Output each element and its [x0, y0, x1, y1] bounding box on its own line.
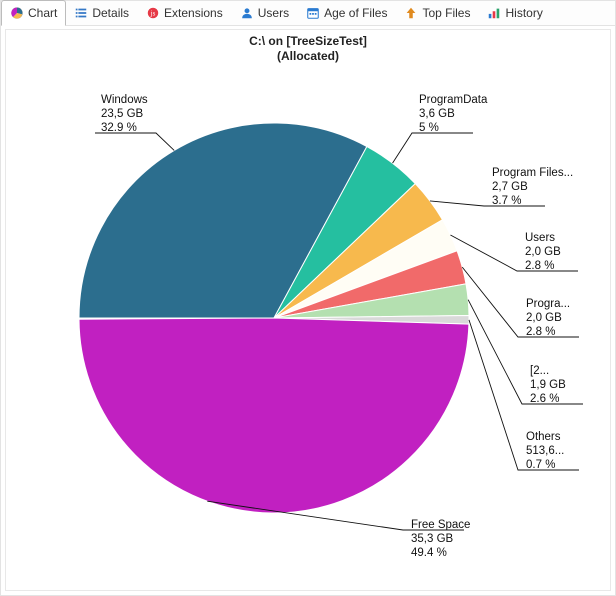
- tab-top-files[interactable]: Top Files: [396, 1, 479, 25]
- arrow-up-icon: [404, 6, 418, 20]
- pie-chart: [6, 30, 612, 590]
- tab-age-of-files[interactable]: Age of Files: [298, 1, 396, 25]
- extensions-icon: js: [146, 6, 160, 20]
- tab-label: Extensions: [164, 6, 223, 20]
- slice-label-free-space: Free Space 35,3 GB 49.4 %: [411, 518, 470, 560]
- slice-label-progra: Progra... 2,0 GB 2.8 %: [526, 297, 570, 339]
- slice-label-2: [2... 1,9 GB 2.6 %: [530, 364, 566, 406]
- calendar-icon: [306, 6, 320, 20]
- slice-label-programdata: ProgramData 3,6 GB 5 %: [419, 93, 487, 135]
- chart-panel: C:\ on [TreeSizeTest] (Allocated) Window…: [5, 29, 611, 591]
- svg-text:js: js: [150, 10, 156, 18]
- tab-label: Users: [258, 6, 289, 20]
- slice-label-others: Others 513,6... 0.7 %: [526, 430, 564, 472]
- tab-history[interactable]: History: [479, 1, 551, 25]
- tab-extensions[interactable]: js Extensions: [138, 1, 232, 25]
- history-icon: [487, 6, 501, 20]
- tab-details[interactable]: Details: [66, 1, 138, 25]
- tab-chart[interactable]: Chart: [1, 0, 66, 26]
- slice-label-users: Users 2,0 GB 2.8 %: [525, 231, 561, 273]
- tab-label: Top Files: [422, 6, 470, 20]
- slice-label-program-files: Program Files... 2,7 GB 3.7 %: [492, 166, 573, 208]
- users-icon: [240, 6, 254, 20]
- tab-label: History: [505, 6, 542, 20]
- tab-label: Details: [92, 6, 129, 20]
- list-icon: [74, 6, 88, 20]
- slice-label-windows: Windows 23,5 GB 32.9 %: [101, 93, 148, 135]
- tab-strip: Chart Details js Extensions Users Age of…: [1, 1, 615, 26]
- pie-chart-icon: [10, 6, 24, 20]
- tab-label: Age of Files: [324, 6, 387, 20]
- tab-users[interactable]: Users: [232, 1, 298, 25]
- tab-label: Chart: [28, 6, 57, 20]
